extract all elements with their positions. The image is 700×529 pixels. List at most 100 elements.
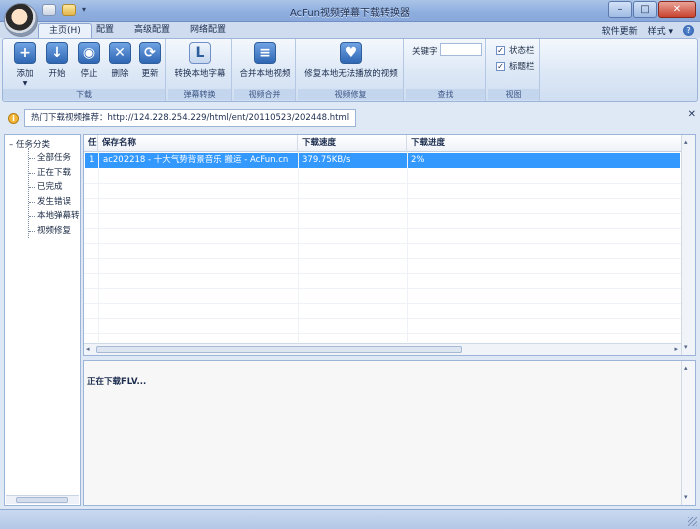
stop-icon: ◉ <box>78 42 100 64</box>
row-name: ac202218 - 十大气势背景音乐 搬运 - AcFun.cn <box>103 155 289 165</box>
info-icon: i <box>8 113 19 124</box>
delete-button-label: 删除 <box>111 69 129 79</box>
quick-access-folder-icon[interactable] <box>62 4 76 16</box>
convert-subtitle-label: 转换本地字幕 <box>174 69 226 79</box>
statusbar-checkbox[interactable]: ✓ 状态栏 <box>496 44 535 56</box>
tree-item-all-tasks[interactable]: 全部任务 <box>29 151 80 166</box>
refresh-button-label: 更新 <box>141 69 159 79</box>
tree-horizontal-scrollbar[interactable] <box>6 495 79 504</box>
grid-line <box>84 288 682 289</box>
tree-items: 全部任务 正在下载 已完成 发生错误 本地弹幕转 视频修复 <box>29 151 80 238</box>
top-right-menu: 软件更新 样式 ▾ ? <box>602 22 694 38</box>
scroll-down-icon[interactable]: ▾ <box>684 493 688 501</box>
statusbar-checkbox-label: 状态栏 <box>509 46 535 56</box>
close-button[interactable]: ✕ <box>658 1 696 18</box>
column-header-name[interactable]: 保存名称 <box>98 135 298 152</box>
column-line <box>407 152 408 342</box>
list-horizontal-scrollbar[interactable]: ◂ ▸ <box>84 343 681 355</box>
scroll-up-icon[interactable]: ▴ <box>684 138 688 146</box>
tab-network-config[interactable]: 网络配置 <box>180 23 236 38</box>
tab-advanced-config[interactable]: 高级配置 <box>124 23 180 38</box>
column-header-speed[interactable]: 下载速度 <box>298 135 407 152</box>
quick-access-disc-icon[interactable] <box>42 4 56 16</box>
recommend-link[interactable]: 热门下载视频推荐：http://124.228.254.229/html/ent… <box>24 109 357 127</box>
tree-item-video-repair[interactable]: 视频修复 <box>29 224 80 239</box>
titlebar-checkbox-label: 标题栏 <box>509 62 535 72</box>
delete-button[interactable]: ✕ 删除 <box>106 42 134 79</box>
tree-item-errors[interactable]: 发生错误 <box>29 195 80 210</box>
list-header: 任 保存名称 下载速度 下载进度 <box>84 135 695 152</box>
log-vertical-scrollbar[interactable]: ▴ ▾ <box>681 361 695 505</box>
merge-video-label: 合并本地视频 <box>239 69 291 79</box>
tab-config[interactable]: 配置 <box>86 23 124 38</box>
scrollbar-thumb[interactable] <box>96 346 462 353</box>
grid-line <box>84 333 682 334</box>
list-vertical-scrollbar[interactable]: ▴ ▾ <box>681 135 695 355</box>
scroll-left-icon[interactable]: ◂ <box>86 345 90 353</box>
tree-root[interactable]: – 任务分类 <box>9 138 50 150</box>
heart-repair-icon: ♥ <box>340 42 362 64</box>
grid-line <box>84 183 682 184</box>
table-row[interactable]: 1 ac202218 - 十大气势背景音乐 搬运 - AcFun.cn 379.… <box>85 153 680 168</box>
start-button-label: 开始 <box>48 69 66 79</box>
ribbon-group-download: + 添加 ▼ ↓ 开始 ◉ 停止 ✕ 删除 ⟳ 更新 下载 <box>3 39 166 101</box>
repair-video-label: 修复本地无法播放的视频 <box>304 69 398 79</box>
app-menu-orb-icon[interactable] <box>4 3 38 37</box>
log-text: 正在下载FLV... <box>87 377 147 387</box>
tab-home[interactable]: 主页(H) <box>38 23 92 38</box>
collapse-icon[interactable]: – <box>9 140 13 150</box>
checkmark-icon: ✓ <box>496 61 505 71</box>
subtitle-doc-icon: L <box>189 42 211 64</box>
database-icon: ≡ <box>254 42 276 64</box>
group-label-danmaku: 弹幕转换 <box>168 89 231 100</box>
grid-line <box>84 213 682 214</box>
download-arrow-icon: ↓ <box>46 42 68 64</box>
convert-subtitle-button[interactable]: L 转换本地字幕 <box>170 42 230 79</box>
minimize-button[interactable]: – <box>608 1 632 18</box>
stop-button[interactable]: ◉ 停止 <box>75 42 103 79</box>
group-label-merge: 视频合并 <box>234 89 295 100</box>
keyword-label: 关键字 <box>412 47 438 57</box>
row-progress: 2% <box>411 155 425 165</box>
repair-video-button[interactable]: ♥ 修复本地无法播放的视频 <box>300 42 402 79</box>
scroll-right-icon[interactable]: ▸ <box>674 345 678 353</box>
group-label-view: 视图 <box>488 89 539 100</box>
start-button[interactable]: ↓ 开始 <box>43 42 71 79</box>
grid-line <box>84 228 682 229</box>
titlebar-checkbox[interactable]: ✓ 标题栏 <box>496 60 535 72</box>
column-header-index[interactable]: 任 <box>84 135 98 152</box>
scroll-up-icon[interactable]: ▴ <box>684 364 688 372</box>
scrollbar-thumb[interactable] <box>16 497 68 503</box>
window-controls: – □ ✕ <box>608 1 696 18</box>
group-label-download: 下载 <box>3 89 165 100</box>
ribbon-group-danmaku: L 转换本地字幕 弹幕转换 <box>168 39 232 101</box>
tree-item-downloading[interactable]: 正在下载 <box>29 166 80 181</box>
add-button[interactable]: + 添加 ▼ <box>11 42 39 87</box>
resize-grip-icon[interactable] <box>688 517 697 526</box>
chevron-down-icon: ▼ <box>22 80 28 87</box>
scroll-down-icon[interactable]: ▾ <box>684 343 688 351</box>
help-icon[interactable]: ? <box>683 24 694 36</box>
group-label-repair: 视频修复 <box>298 89 403 100</box>
quick-access-toolbar: ▾ <box>42 4 86 16</box>
tree-item-local-danmaku[interactable]: 本地弹幕转 <box>29 209 80 224</box>
maximize-button[interactable]: □ <box>633 1 657 18</box>
delete-x-icon: ✕ <box>109 42 131 64</box>
tree-root-label: 任务分类 <box>15 140 50 150</box>
download-list: 任 保存名称 下载速度 下载进度 1 ac202218 - 十大气势背景音乐 搬… <box>83 134 696 356</box>
software-update-link[interactable]: 软件更新 <box>602 24 638 37</box>
ribbon: + 添加 ▼ ↓ 开始 ◉ 停止 ✕ 删除 ⟳ 更新 下载 L 转换本地字幕 弹… <box>2 38 698 102</box>
stop-button-label: 停止 <box>80 69 98 79</box>
keyword-input[interactable] <box>440 43 482 56</box>
ribbon-tab-row: 主页(H) 配置 高级配置 网络配置 软件更新 样式 ▾ ? <box>0 22 700 38</box>
column-header-progress[interactable]: 下载进度 <box>407 135 682 152</box>
style-menu[interactable]: 样式 ▾ <box>648 24 673 37</box>
refresh-button[interactable]: ⟳ 更新 <box>136 42 164 79</box>
status-bar <box>0 509 700 529</box>
merge-video-button[interactable]: ≡ 合并本地视频 <box>235 42 295 79</box>
quick-access-dropdown-icon[interactable]: ▾ <box>82 4 86 16</box>
tree-item-completed[interactable]: 已完成 <box>29 180 80 195</box>
grid-line <box>84 273 682 274</box>
log-panel: 正在下载FLV... ▴ ▾ <box>83 360 696 506</box>
close-icon[interactable]: ✕ <box>688 109 696 120</box>
